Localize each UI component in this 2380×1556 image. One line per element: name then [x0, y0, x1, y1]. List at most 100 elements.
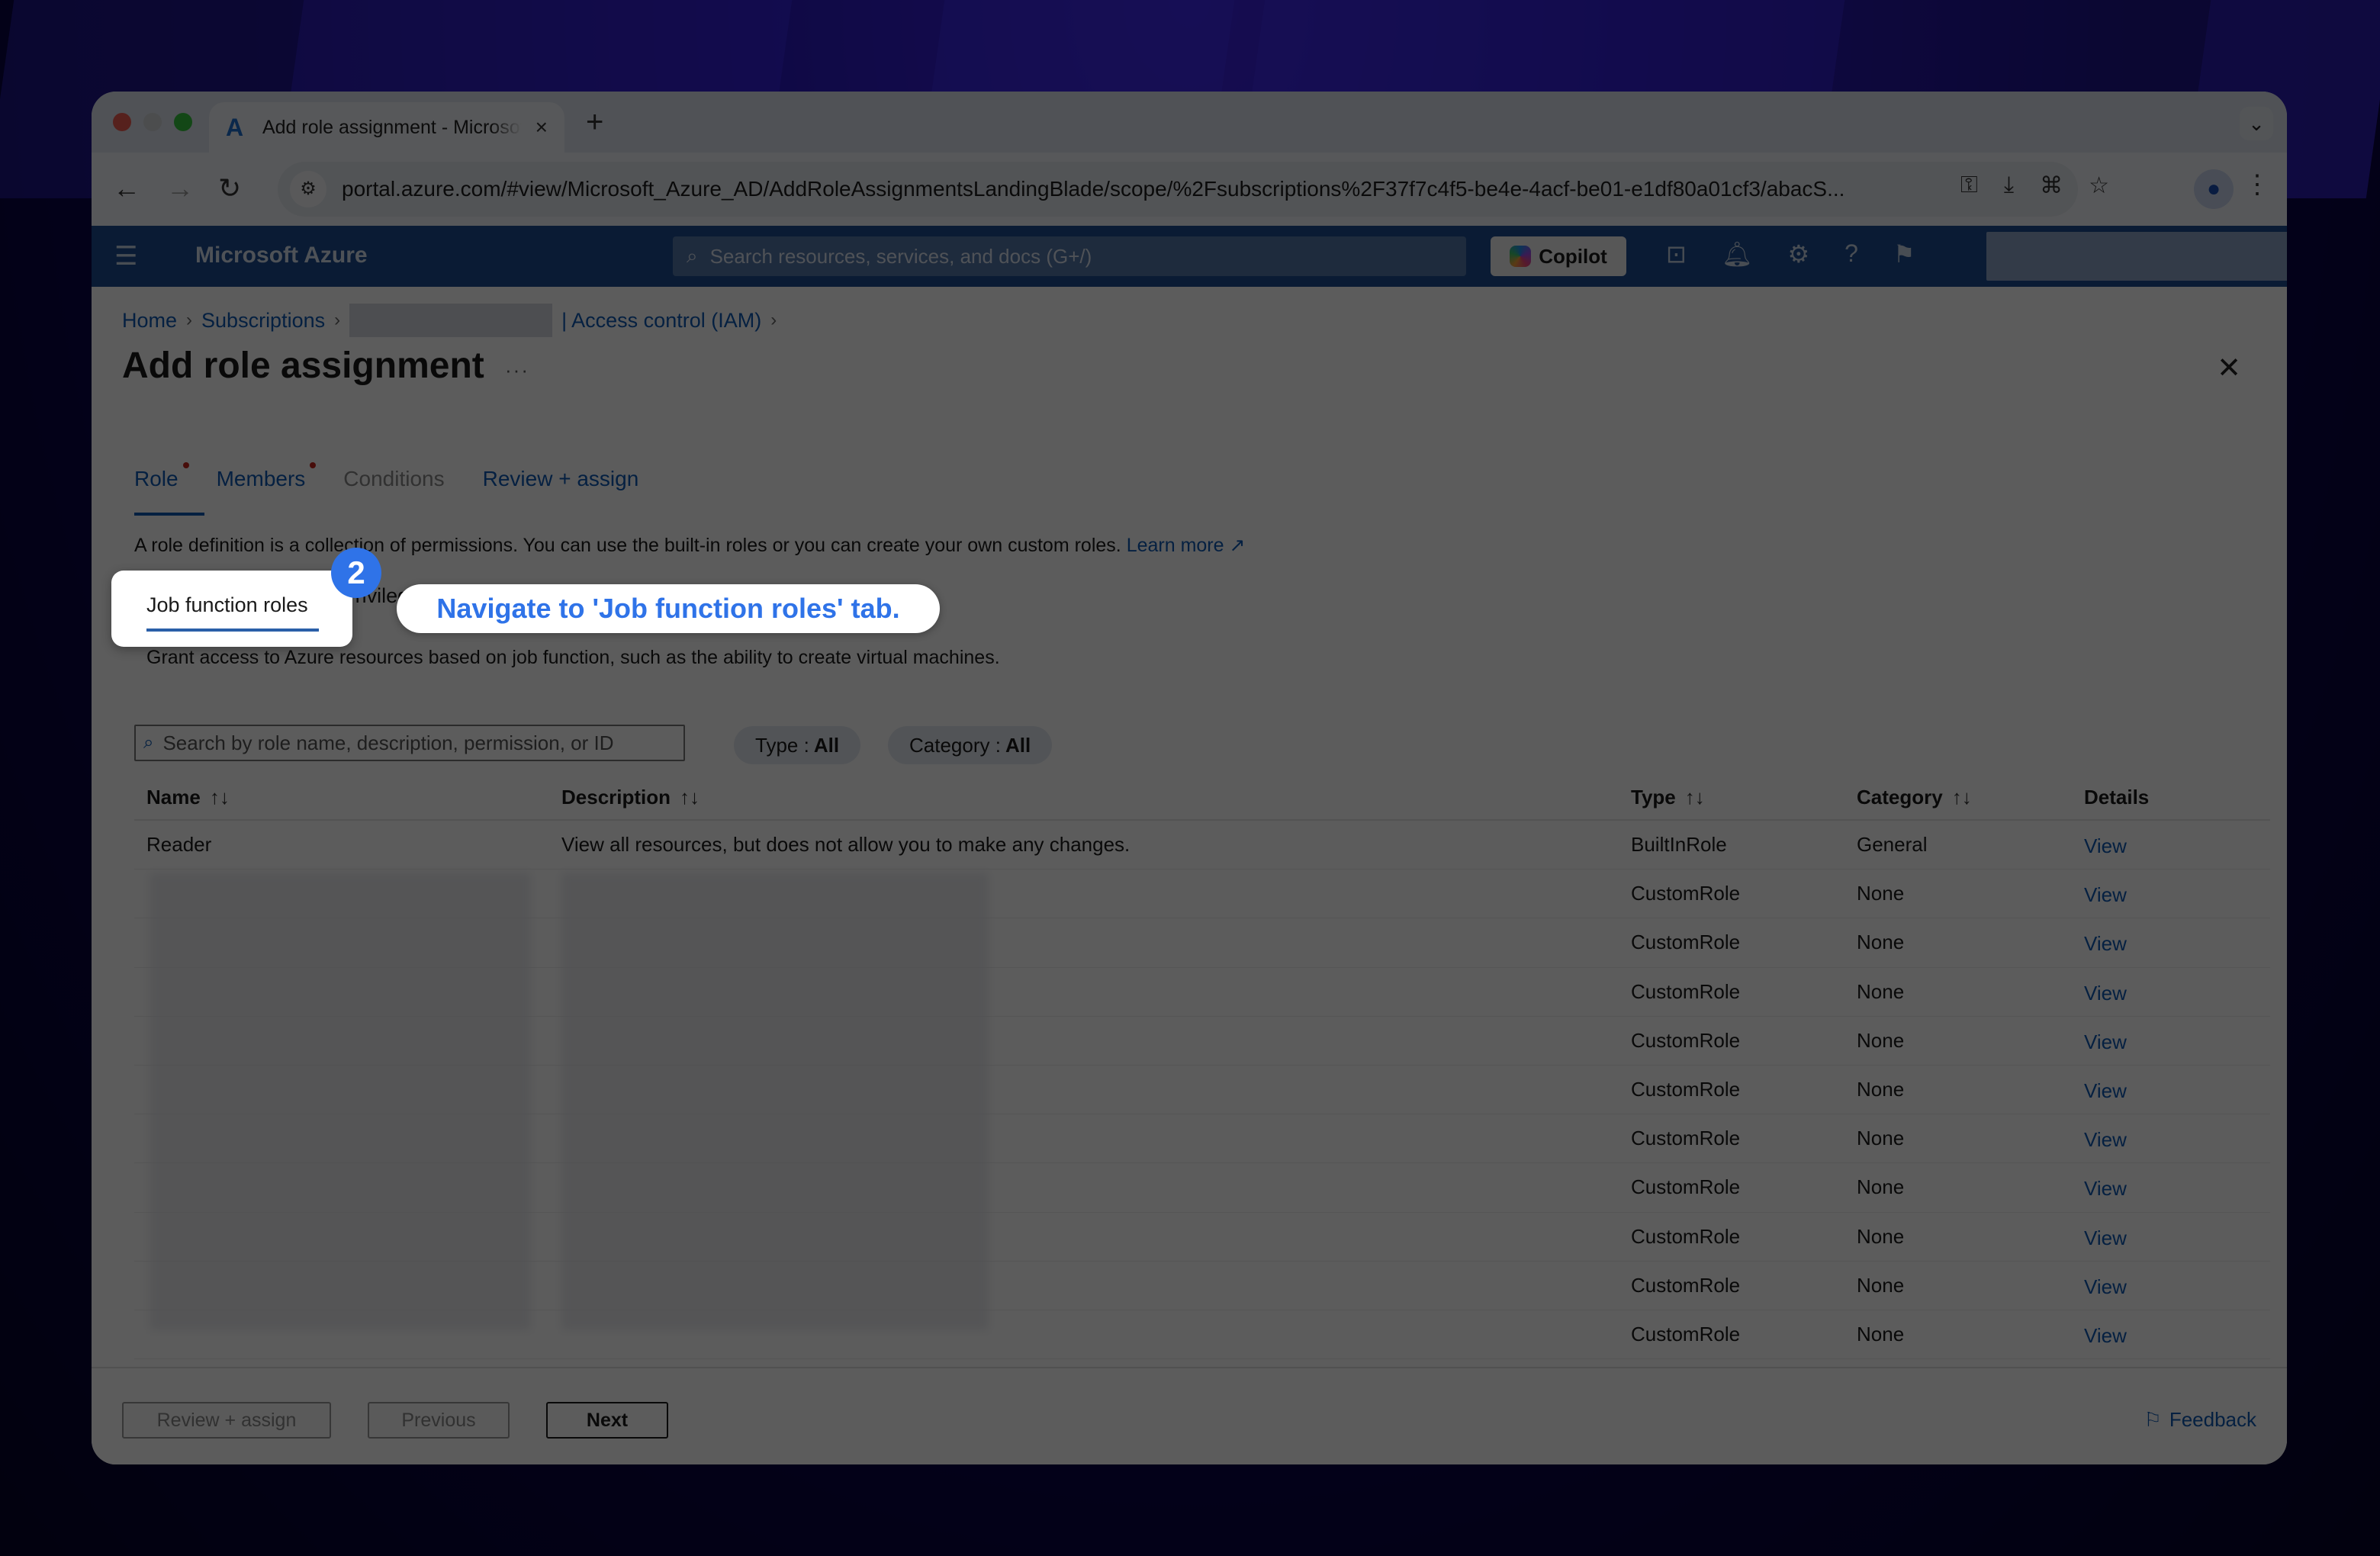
minimize-window-button[interactable]: [143, 113, 162, 131]
column-header-type[interactable]: Type ↑↓: [1631, 786, 1705, 809]
view-details-link[interactable]: View: [2084, 1030, 2127, 1054]
forward-arrow-icon[interactable]: →: [166, 172, 194, 204]
previous-button[interactable]: Previous: [368, 1402, 510, 1439]
column-category-label: Category: [1857, 786, 1943, 809]
role-type-cell: CustomRole: [1631, 1028, 1741, 1052]
browser-toolbar: ← → ↻ ⚙ portal.azure.com/#view/Microsoft…: [92, 153, 2287, 226]
sort-icon[interactable]: ↑↓: [680, 786, 700, 809]
account-info-redacted[interactable]: [1986, 232, 2287, 281]
column-header-category[interactable]: Category ↑↓: [1857, 786, 1972, 809]
translate-icon[interactable]: ⌘: [2040, 172, 2063, 199]
role-type-cell: CustomRole: [1631, 1175, 1741, 1199]
role-category-cell: None: [1857, 1322, 1905, 1345]
column-description-label: Description: [561, 786, 671, 809]
role-category-cell: None: [1857, 1273, 1905, 1297]
address-bar[interactable]: ⚙ portal.azure.com/#view/Microsoft_Azure…: [278, 162, 2078, 217]
global-search-input[interactable]: ⌕ Search resources, services, and docs (…: [673, 236, 1466, 276]
profile-avatar-icon[interactable]: ●: [2194, 169, 2234, 209]
help-icon[interactable]: ?: [1844, 240, 1858, 268]
column-name-label: Name: [146, 786, 201, 809]
view-details-link[interactable]: View: [2084, 883, 2127, 907]
next-button[interactable]: Next: [546, 1402, 668, 1439]
column-type-label: Type: [1631, 786, 1676, 809]
browser-tab-active[interactable]: A Add role assignment - Microsoft Azure …: [209, 102, 564, 153]
close-blade-icon[interactable]: ✕: [2217, 351, 2241, 385]
role-description-cell: View all resources, but does not allow y…: [561, 833, 1130, 856]
type-filter-pill[interactable]: Type : All: [734, 726, 861, 764]
review-assign-button[interactable]: Review + assign: [122, 1402, 331, 1439]
role-category-cell: None: [1857, 882, 1905, 905]
view-details-link[interactable]: View: [2084, 1324, 2127, 1348]
tab-title: Add role assignment - Microsoft Azure: [262, 116, 522, 138]
role-name-cell: Reader: [146, 833, 212, 856]
redacted-names: [150, 873, 531, 1330]
view-details-link[interactable]: View: [2084, 1177, 2127, 1201]
breadcrumb-subscription-redacted[interactable]: [349, 304, 553, 337]
cloud-shell-icon[interactable]: ⊡: [1666, 240, 1687, 268]
category-filter-pill[interactable]: Category : All: [888, 726, 1053, 764]
password-key-icon[interactable]: ⚿: [1960, 172, 1978, 199]
view-details-link[interactable]: View: [2084, 982, 2127, 1005]
tab-members[interactable]: Members: [217, 462, 317, 510]
feedback-icon[interactable]: ⚑: [1893, 240, 1915, 268]
site-info-icon[interactable]: ⚙: [290, 171, 326, 207]
new-tab-button[interactable]: +: [586, 105, 603, 140]
breadcrumb-subscriptions[interactable]: Subscriptions: [201, 309, 325, 333]
view-details-link[interactable]: View: [2084, 834, 2127, 858]
bookmark-star-icon[interactable]: ☆: [2089, 172, 2109, 199]
table-header: Name ↑↓ Description ↑↓ Type ↑↓ Category ↑↓ D…: [134, 772, 2270, 821]
category-filter-label: Category :: [909, 733, 1001, 757]
azure-top-bar: ☰ Microsoft Azure ⌕ Search resources, se…: [92, 226, 2287, 287]
tab-search-chevron-icon[interactable]: ⌄: [2240, 107, 2273, 140]
tab-close-icon[interactable]: ×: [536, 115, 548, 140]
azure-favicon-icon: A: [226, 114, 244, 141]
back-arrow-icon[interactable]: ←: [113, 172, 140, 204]
tab-role[interactable]: Role: [134, 462, 204, 516]
category-filter-value: All: [1005, 733, 1031, 757]
job-function-description: Grant access to Azure resources based on…: [146, 647, 1000, 668]
breadcrumb-separator-icon: ›: [186, 310, 193, 330]
maximize-window-button[interactable]: [174, 113, 192, 131]
notifications-bell-icon[interactable]: 🔔︎: [1722, 240, 1753, 268]
page-title: Add role assignment: [122, 346, 484, 386]
url-text[interactable]: portal.azure.com/#view/Microsoft_Azure_A…: [342, 177, 1974, 201]
role-category-cell: None: [1857, 1028, 1905, 1052]
breadcrumb-separator-icon: ›: [770, 310, 777, 330]
column-header-description[interactable]: Description ↑↓: [561, 786, 700, 809]
view-details-link[interactable]: View: [2084, 1226, 2127, 1250]
install-app-icon[interactable]: ⤓: [2004, 172, 2014, 199]
role-search-placeholder: Search by role name, description, permis…: [162, 731, 614, 754]
view-details-link[interactable]: View: [2084, 1079, 2127, 1103]
table-row[interactable]: Reader View all resources, but does not a…: [134, 821, 2270, 870]
close-window-button[interactable]: [113, 113, 131, 131]
settings-gear-icon[interactable]: ⚙: [1787, 240, 1809, 268]
feedback-link[interactable]: ⚐ Feedback: [2144, 1408, 2257, 1432]
type-filter-value: All: [813, 733, 840, 757]
copilot-button[interactable]: Copilot: [1491, 236, 1626, 276]
role-search-input[interactable]: ⌕ Search by role name, description, perm…: [134, 725, 685, 761]
browser-menu-icon[interactable]: ⋮: [2244, 169, 2270, 200]
role-category-cell: None: [1857, 979, 1905, 1003]
role-type-cell: BuiltInRole: [1631, 833, 1727, 856]
reload-icon[interactable]: ↻: [218, 172, 241, 204]
role-category-cell: None: [1857, 1224, 1905, 1248]
highlighted-job-function-roles-tab[interactable]: Job function roles: [111, 571, 352, 647]
search-icon: ⌕: [143, 732, 154, 753]
sort-icon[interactable]: ↑↓: [210, 786, 230, 809]
tab-review-assign[interactable]: Review + assign: [483, 467, 639, 510]
breadcrumb-access-control[interactable]: | Access control (IAM): [561, 309, 761, 333]
learn-more-link[interactable]: Learn more ↗: [1127, 535, 1246, 556]
more-options-icon[interactable]: ···: [505, 358, 529, 382]
view-details-link[interactable]: View: [2084, 1128, 2127, 1152]
browser-window: A Add role assignment - Microsoft Azure …: [92, 92, 2287, 1464]
role-category-cell: None: [1857, 1175, 1905, 1199]
view-details-link[interactable]: View: [2084, 932, 2127, 956]
sort-icon[interactable]: ↑↓: [1685, 786, 1705, 809]
azure-brand[interactable]: Microsoft Azure: [195, 243, 368, 268]
breadcrumb-home[interactable]: Home: [122, 309, 177, 333]
portal-menu-icon[interactable]: ☰: [114, 241, 137, 272]
column-header-name[interactable]: Name ↑↓: [146, 786, 230, 809]
sort-icon[interactable]: ↑↓: [1952, 786, 1972, 809]
tab-conditions[interactable]: Conditions: [343, 467, 444, 510]
view-details-link[interactable]: View: [2084, 1275, 2127, 1299]
